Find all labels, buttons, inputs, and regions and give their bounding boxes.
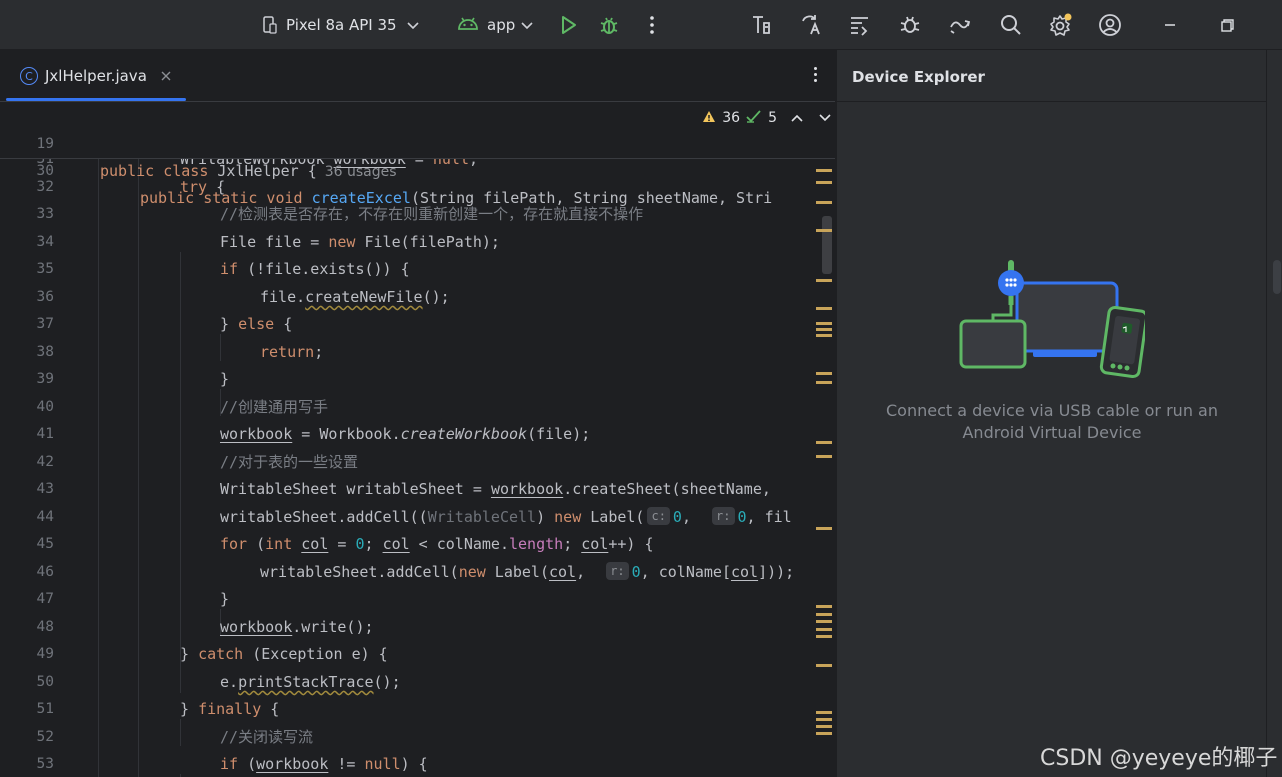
empty-state-message: Connect a device via USB cable or run an… (886, 401, 1218, 442)
device-icon (262, 15, 278, 35)
editor-tab-bar: C JxlHelper.java (0, 50, 835, 102)
chevron-up-icon[interactable] (791, 110, 803, 126)
code-line[interactable]: 49} catch (Exception e) { (0, 641, 835, 668)
tab-label: JxlHelper.java (45, 67, 147, 85)
run-config-selector[interactable]: app (457, 0, 533, 50)
code-area[interactable]: 19 public class JxlHelper {36 usages 30 … (0, 102, 835, 777)
code-line[interactable]: 34 File file = new File(filePath); (0, 229, 835, 256)
sticky-scroll-header[interactable]: 19 public class JxlHelper {36 usages 30 … (0, 102, 835, 207)
warning-icon (702, 110, 716, 127)
close-tab-icon[interactable] (161, 67, 171, 85)
code-editor: C JxlHelper.java 19 public class JxlHelp… (0, 50, 835, 777)
code-line[interactable]: 41 workbook = Workbook.createWorkbook(fil… (0, 421, 835, 448)
code-line[interactable]: 43 WritableSheet writableSheet = workbook… (0, 476, 835, 503)
tab-options-icon[interactable] (811, 64, 819, 88)
restore-icon[interactable] (1214, 12, 1240, 38)
code-line[interactable]: 46 writableSheet.addCell(new Label(col, r… (0, 559, 835, 586)
device-label: Pixel 8a API 35 (286, 16, 397, 34)
warning-count: 36 (722, 110, 741, 126)
code-line[interactable]: 35 if (!file.exists()) { (0, 256, 835, 283)
code-line[interactable]: 39} (0, 366, 835, 393)
code-line[interactable]: 47} (0, 586, 835, 613)
account-icon[interactable] (1097, 12, 1123, 38)
code-line[interactable]: 36 file.createNewFile(); (0, 284, 835, 311)
chevron-down-icon (521, 16, 533, 34)
code-line[interactable]: 52//关闭读写流 (0, 724, 835, 751)
debug-icon[interactable] (596, 12, 622, 38)
run-config-label: app (487, 16, 516, 34)
code-line[interactable]: 37} else { (0, 311, 835, 338)
code-line[interactable]: 40//创建通用写手 (0, 394, 835, 421)
search-icon[interactable] (998, 12, 1024, 38)
active-tab-indicator (6, 98, 186, 101)
chevron-down-icon (406, 16, 419, 34)
usages-hint[interactable]: 36 usages (325, 164, 397, 180)
right-tool-strip (1266, 50, 1282, 777)
device-explorer-panel: Device Explorer Connect a device via USB… (836, 50, 1267, 777)
code-line[interactable]: 48 workbook.write(); (0, 614, 835, 641)
more-icon[interactable] (639, 12, 665, 38)
profiler-icon[interactable] (748, 12, 774, 38)
code-line[interactable]: 45 for (int col = 0; col < colName.length… (0, 531, 835, 558)
code-line[interactable]: 42//对于表的一些设置 (0, 449, 835, 476)
panel-header: Device Explorer (837, 50, 1267, 102)
translate-icon[interactable] (798, 12, 824, 38)
watermark: CSDN @yeyeye的椰子 (1040, 746, 1278, 771)
code-line[interactable]: 53 if (workbook != null) { (0, 751, 835, 777)
tab-jxlhelper[interactable]: C JxlHelper.java (6, 50, 186, 102)
class-icon: C (20, 67, 38, 85)
inspection-widget[interactable]: 36 5 (702, 108, 831, 128)
sticky-line[interactable]: 30 public static void createExcel(String… (0, 131, 835, 207)
panel-title: Device Explorer (852, 68, 985, 86)
code-line[interactable]: 38 return; (0, 339, 835, 366)
code-line[interactable]: 50 e.printStackTrace(); (0, 669, 835, 696)
settings-icon[interactable] (1047, 12, 1073, 38)
sync-icon[interactable] (947, 12, 973, 38)
devices-illustration (955, 255, 1149, 384)
run-icon[interactable] (555, 12, 581, 38)
android-icon (457, 15, 479, 35)
check-icon (746, 109, 762, 127)
code-line[interactable]: 44 writableSheet.addCell((WritableCell) n… (0, 504, 835, 531)
error-stripe[interactable] (816, 102, 834, 777)
code-line[interactable]: 51} finally { (0, 696, 835, 723)
title-bar: Pixel 8a API 35 app (0, 0, 1282, 50)
chevron-down-icon[interactable] (819, 110, 831, 126)
weak-warning-count: 5 (768, 110, 777, 126)
tool-window-handle[interactable] (1273, 260, 1281, 294)
bug-search-icon[interactable] (897, 12, 923, 38)
logcat-icon[interactable] (847, 12, 873, 38)
minimize-icon[interactable] (1157, 12, 1183, 38)
device-selector[interactable]: Pixel 8a API 35 (262, 0, 419, 50)
